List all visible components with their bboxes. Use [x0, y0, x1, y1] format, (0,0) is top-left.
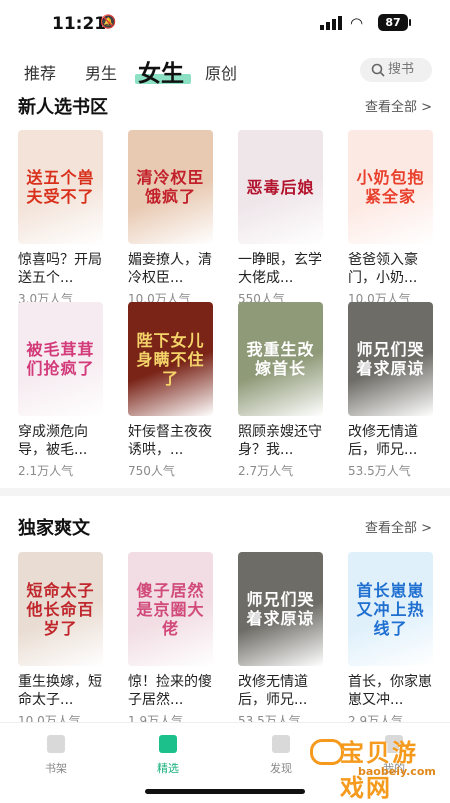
- book-card[interactable]: 师兄们哭着求原谅 改修无情道后，师兄... 53.5万人气: [238, 552, 323, 729]
- gamepad-icon: [310, 739, 344, 765]
- cover-title: 首长崽崽又冲上热线了: [356, 580, 425, 638]
- watermark: 宝贝游戏网 baobeiy.com: [290, 733, 440, 802]
- mute-bell-icon: 🔕: [100, 15, 117, 30]
- discover-icon: [272, 735, 290, 753]
- book-cover[interactable]: 短命太子他长命百岁了: [18, 552, 103, 666]
- book-cover[interactable]: 首长崽崽又冲上热线了: [348, 552, 433, 666]
- signal-icon: [320, 16, 342, 30]
- book-title: 奸佞督主夜夜诱哄，...: [128, 424, 212, 458]
- tab-original[interactable]: 原创: [205, 60, 237, 84]
- book-title: 照顾亲嫂还守身？我...: [238, 424, 322, 458]
- book-card[interactable]: 陛下女儿身瞒不住了奸佞督主夜夜诱哄，... 750人气: [128, 302, 213, 479]
- nav-featured[interactable]: 精选: [138, 735, 198, 776]
- book-popularity: 53.5万人气: [348, 464, 411, 478]
- book-title: 惊喜吗？开局送五个...: [18, 252, 102, 286]
- nav-discover-label: 发现: [270, 762, 292, 775]
- book-cover[interactable]: 陛下女儿身瞒不住了: [128, 302, 213, 416]
- book-card[interactable]: 送五个兽夫受不了 惊喜吗？开局送五个... 3.0万人气: [18, 130, 103, 307]
- section-title-exclusive: 独家爽文: [18, 518, 90, 539]
- cover-title: 师兄们哭着求原谅: [356, 340, 425, 378]
- battery-icon: 87: [378, 14, 411, 31]
- book-cover[interactable]: 师兄们哭着求原谅: [348, 302, 433, 416]
- nav-featured-label: 精选: [157, 762, 179, 775]
- wifi-icon: ◠: [350, 14, 364, 32]
- status-bar: 11:21 🔕 ◠ 87: [0, 0, 450, 46]
- cover-title: 小奶包抱紧全家: [356, 168, 425, 206]
- section-divider: [0, 488, 450, 496]
- book-cover[interactable]: 恶毒后娘: [238, 130, 323, 244]
- book-cover[interactable]: 被毛茸茸们抢疯了: [18, 302, 103, 416]
- bookshelf-icon: [47, 735, 65, 753]
- cover-title: 送五个兽夫受不了: [26, 168, 95, 206]
- book-card[interactable]: 清冷权臣饿疯了 媚妾撩人，清冷权臣... 10.0万人气: [128, 130, 213, 307]
- cover-title: 恶毒后娘: [246, 177, 315, 197]
- book-cover[interactable]: 傻子居然是京圈大佬: [128, 552, 213, 666]
- book-title: 媚妾撩人，清冷权臣...: [128, 252, 212, 286]
- status-time: 11:21: [52, 14, 107, 34]
- book-title: 改修无情道后，师兄...: [348, 424, 418, 458]
- cover-title: 短命太子他长命百岁了: [26, 580, 95, 638]
- book-title: 惊！捡来的傻子居然...: [128, 674, 212, 708]
- view-all-new[interactable]: 查看全部 >: [365, 96, 432, 115]
- book-cover[interactable]: 师兄们哭着求原谅: [238, 552, 323, 666]
- search-icon: [371, 63, 385, 77]
- book-card[interactable]: 傻子居然是京圈大佬 惊！捡来的傻子居然... 1.9万人气: [128, 552, 213, 729]
- cover-title: 清冷权臣饿疯了: [136, 168, 205, 206]
- tab-male[interactable]: 男生: [85, 60, 117, 84]
- book-card[interactable]: 我重生改嫁首长照顾亲嫂还守身？我... 2.7万人气: [238, 302, 323, 479]
- book-cover[interactable]: 清冷权臣饿疯了: [128, 130, 213, 244]
- book-card[interactable]: 被毛茸茸们抢疯了穿成濒危向导，被毛... 2.1万人气: [18, 302, 103, 479]
- tab-female[interactable]: 女生: [138, 54, 184, 88]
- book-title: 爸爸领入豪门，小奶...: [348, 252, 418, 286]
- book-title: 穿成濒危向导，被毛...: [18, 424, 88, 458]
- book-title: 改修无情道后，师兄...: [238, 674, 308, 708]
- book-cover[interactable]: 送五个兽夫受不了: [18, 130, 103, 244]
- home-indicator: [145, 789, 305, 794]
- cover-title: 师兄们哭着求原谅: [246, 590, 315, 628]
- cover-title: 我重生改嫁首长: [246, 340, 315, 378]
- nav-bookshelf-label: 书架: [45, 762, 67, 775]
- book-card[interactable]: 首长崽崽又冲上热线了 首长，你家崽崽又冲... 2.9万人气: [348, 552, 433, 729]
- book-title: 重生换嫁，短命太子...: [18, 674, 102, 708]
- view-all-exclusive[interactable]: 查看全部 >: [365, 517, 432, 536]
- book-card[interactable]: 短命太子他长命百岁了 重生换嫁，短命太子... 10.0万人气: [18, 552, 103, 729]
- book-popularity: 750人气: [128, 464, 175, 478]
- cover-title: 被毛茸茸们抢疯了: [26, 340, 95, 378]
- nav-bookshelf[interactable]: 书架: [26, 735, 86, 776]
- book-popularity: 2.1万人气: [18, 464, 74, 478]
- book-cover[interactable]: 我重生改嫁首长: [238, 302, 323, 416]
- tab-recommend[interactable]: 推荐: [24, 60, 56, 84]
- watermark-domain: baobeiy.com: [358, 765, 436, 778]
- cover-title: 傻子居然是京圈大佬: [136, 580, 205, 638]
- section-title-new: 新人选书区: [18, 97, 108, 118]
- search-button[interactable]: 搜书: [360, 58, 432, 82]
- cover-title: 陛下女儿身瞒不住了: [136, 330, 205, 388]
- book-card[interactable]: 师兄们哭着求原谅改修无情道后，师兄... 53.5万人气: [348, 302, 433, 479]
- book-cover[interactable]: 小奶包抱紧全家: [348, 130, 433, 244]
- featured-icon: [159, 735, 177, 753]
- book-popularity: 2.7万人气: [238, 464, 294, 478]
- book-title: 一睁眼，玄学大佬成...: [238, 252, 322, 286]
- search-label: 搜书: [388, 62, 415, 77]
- book-title: 首长，你家崽崽又冲...: [348, 674, 432, 708]
- book-card[interactable]: 小奶包抱紧全家 爸爸领入豪门，小奶... 10.0万人气: [348, 130, 433, 307]
- book-card[interactable]: 恶毒后娘 一睁眼，玄学大佬成... 550人气: [238, 130, 323, 307]
